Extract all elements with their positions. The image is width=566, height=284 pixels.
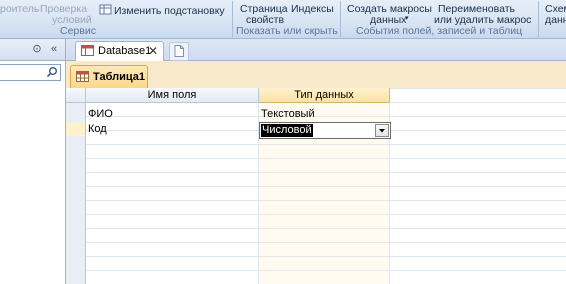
- dropdown-button[interactable]: [375, 124, 389, 137]
- field-name-header[interactable]: Имя поля: [86, 88, 259, 103]
- group-events-label: События полей, записей и таблиц: [356, 25, 523, 37]
- tab-database1[interactable]: Database1 ✕: [75, 41, 164, 61]
- new-document-tab[interactable]: [169, 42, 189, 61]
- tab-table1[interactable]: Таблица1: [70, 65, 148, 88]
- ribbon-separator: [340, 1, 341, 37]
- data-type-header[interactable]: Тип данных: [259, 88, 390, 103]
- nav-menu-icon[interactable]: ⊙: [31, 43, 43, 55]
- object-tab-bar: Таблица1: [66, 61, 566, 88]
- database-icon: [81, 45, 94, 56]
- tab-database1-label: Database1: [98, 45, 152, 57]
- close-icon[interactable]: ✕: [148, 44, 158, 58]
- table-design-grid: Имя поля Тип данных ФИО Текстовый Код Чи…: [66, 88, 566, 284]
- field-name-cell[interactable]: Код: [88, 122, 107, 136]
- nav-pane-header: ⊙ «: [0, 39, 65, 61]
- group-service-label: Сервис: [60, 25, 96, 37]
- row-selector-column: [66, 88, 86, 284]
- chevron-down-icon: [379, 129, 385, 133]
- indexes-button[interactable]: Индексы: [291, 3, 334, 15]
- data-type-select[interactable]: Числовой: [259, 122, 391, 139]
- data-type-cell[interactable]: Текстовый: [261, 107, 315, 121]
- data-type-selected-value: Числовой: [261, 124, 313, 137]
- ribbon-separator: [232, 1, 233, 37]
- column-divider: [389, 88, 390, 284]
- ribbon-separator: [538, 1, 539, 37]
- tab-table1-label: Таблица1: [93, 71, 145, 83]
- select-all-corner[interactable]: [66, 88, 86, 103]
- navigation-pane: ⊙ «: [0, 39, 66, 284]
- document-icon: [174, 45, 184, 57]
- dropdown-arrow-icon: ▾: [405, 15, 409, 22]
- field-name-cell[interactable]: ФИО: [88, 107, 113, 121]
- relationships-label2: данн: [545, 14, 566, 26]
- row-selector-active[interactable]: [66, 123, 85, 136]
- change-lookup-button[interactable]: Изменить подстановку: [114, 5, 225, 17]
- table-icon: [76, 71, 89, 82]
- builder-button[interactable]: роитель: [0, 3, 39, 15]
- nav-collapse-icon[interactable]: «: [48, 43, 60, 55]
- document-tab-strip: Database1 ✕: [66, 39, 566, 61]
- column-divider: [258, 88, 259, 284]
- ribbon: роитель Проверка условий Изменить подста…: [0, 0, 566, 39]
- nav-search-input[interactable]: [0, 64, 61, 81]
- lookup-icon: [99, 4, 112, 15]
- search-icon[interactable]: [46, 66, 58, 78]
- group-show-hide-label: Показать или скрыть: [236, 25, 338, 37]
